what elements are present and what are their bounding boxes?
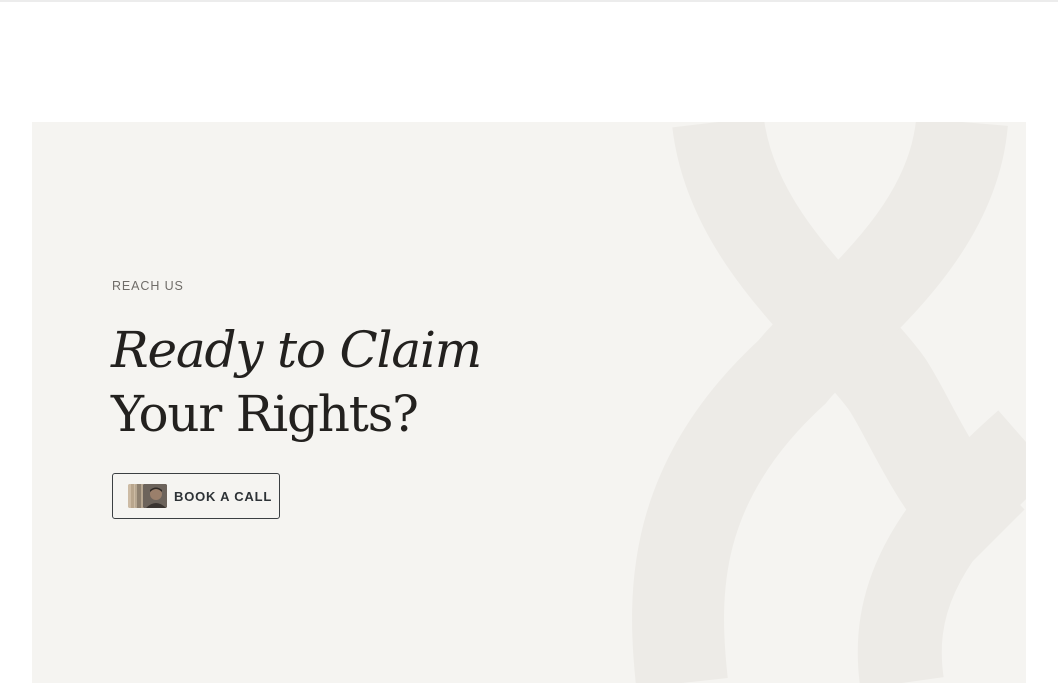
section-heading: Ready to Claim Your Rights?	[111, 318, 482, 446]
top-divider	[0, 0, 1058, 2]
heading-line-regular: Your Rights?	[111, 385, 419, 443]
avatar-stack	[128, 484, 170, 508]
avatar-3	[143, 484, 167, 508]
section-eyebrow: REACH US	[112, 279, 184, 293]
heading-line-italic: Ready to Claim	[111, 321, 482, 379]
book-a-call-label: BOOK A CALL	[174, 488, 273, 504]
book-a-call-button[interactable]: BOOK A CALL	[112, 473, 280, 519]
contact-section: REACH US Ready to Claim Your Rights? BOO…	[32, 122, 1026, 683]
